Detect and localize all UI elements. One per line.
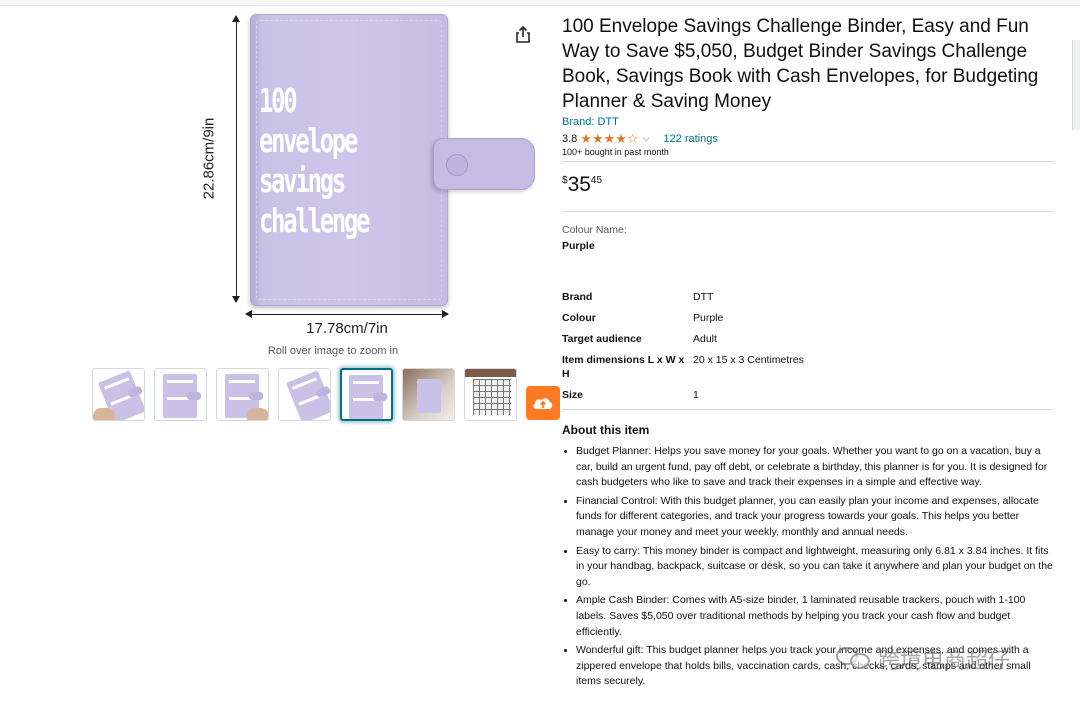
thumbnail-3[interactable] [216, 368, 269, 421]
brand-link[interactable]: Brand: DTT [562, 116, 1054, 128]
spec-row: Size 1 [562, 389, 699, 401]
zoom-hint: Roll over image to zoom in [267, 345, 399, 357]
rating-value: 3.8 [562, 132, 578, 145]
list-item: Budget Planner: Helps you save money for… [576, 444, 1054, 491]
spec-row: Colour Purple [562, 312, 724, 324]
width-dimension-label: 17.78cm/7in [306, 320, 388, 337]
product-overview-table: Brand DTT Colour Purple Target audience Adu… [562, 290, 993, 409]
upload-button[interactable] [526, 386, 560, 420]
list-item: Ample Cash Binder: Comes with A5-size bi… [576, 593, 1054, 640]
about-heading: About this item [562, 423, 650, 437]
thumbnail-2[interactable] [154, 368, 207, 421]
thumbnail-4[interactable] [278, 368, 331, 421]
browser-top-edge [0, 0, 1080, 6]
scrollbar[interactable] [1072, 40, 1080, 130]
chevron-down-icon[interactable]: ⌵ [643, 133, 650, 144]
product-title: 100 Envelope Savings Challenge Binder, E… [562, 16, 1039, 112]
thumbnail-5-selected[interactable] [340, 368, 393, 421]
share-button[interactable] [512, 24, 534, 46]
spec-row: Item dimensions L x W x H 20 x 15 x 3 Cen… [562, 354, 804, 380]
rating-row: 3.8 ★★★★☆ ⌵ 122 ratings [562, 131, 1054, 146]
width-dimension-arrow [245, 310, 449, 318]
list-item: Financial Control: With this budget plan… [576, 494, 1054, 541]
thumbnail-1[interactable] [92, 368, 145, 421]
binder-strap [433, 138, 535, 190]
binder-cover: 100 envelope savings challenge [250, 14, 535, 306]
price: $3545 [562, 173, 603, 196]
share-icon [516, 25, 530, 43]
star-rating-icon[interactable]: ★★★★☆ [580, 131, 638, 147]
ratings-count-link[interactable]: 122 ratings [663, 133, 717, 145]
colour-selector: Colour Name: Purple [562, 224, 1054, 252]
product-details: 100 Envelope Savings Challenge Binder, E… [562, 14, 1054, 693]
spec-row: Brand DTT [562, 291, 714, 303]
bought-count: 100+ bought in past month [562, 147, 669, 157]
list-item: Wonderful gift: This budget planner help… [576, 643, 1054, 690]
divider [562, 211, 1054, 212]
divider [562, 409, 1053, 410]
thumbnail-7[interactable] [464, 368, 517, 421]
cover-title: 100 envelope savings challenge [259, 81, 370, 240]
thumbnail-6[interactable] [402, 368, 455, 421]
thumbnail-strip [92, 368, 560, 422]
main-product-image[interactable]: 22.86cm/9in 100 envelope savings challen… [180, 10, 535, 340]
about-bullets: Budget Planner: Helps you save money for… [562, 444, 1054, 690]
divider [562, 161, 1054, 162]
colour-value: Purple [562, 240, 595, 252]
list-item: Easy to carry: This money binder is comp… [576, 544, 1054, 591]
colour-label: Colour Name: [562, 224, 627, 236]
height-dimension-label: 22.86cm/9in [200, 117, 218, 200]
cloud-upload-icon [533, 398, 553, 409]
height-dimension-arrow [232, 15, 240, 303]
spec-row: Target audience Adult [562, 333, 717, 345]
